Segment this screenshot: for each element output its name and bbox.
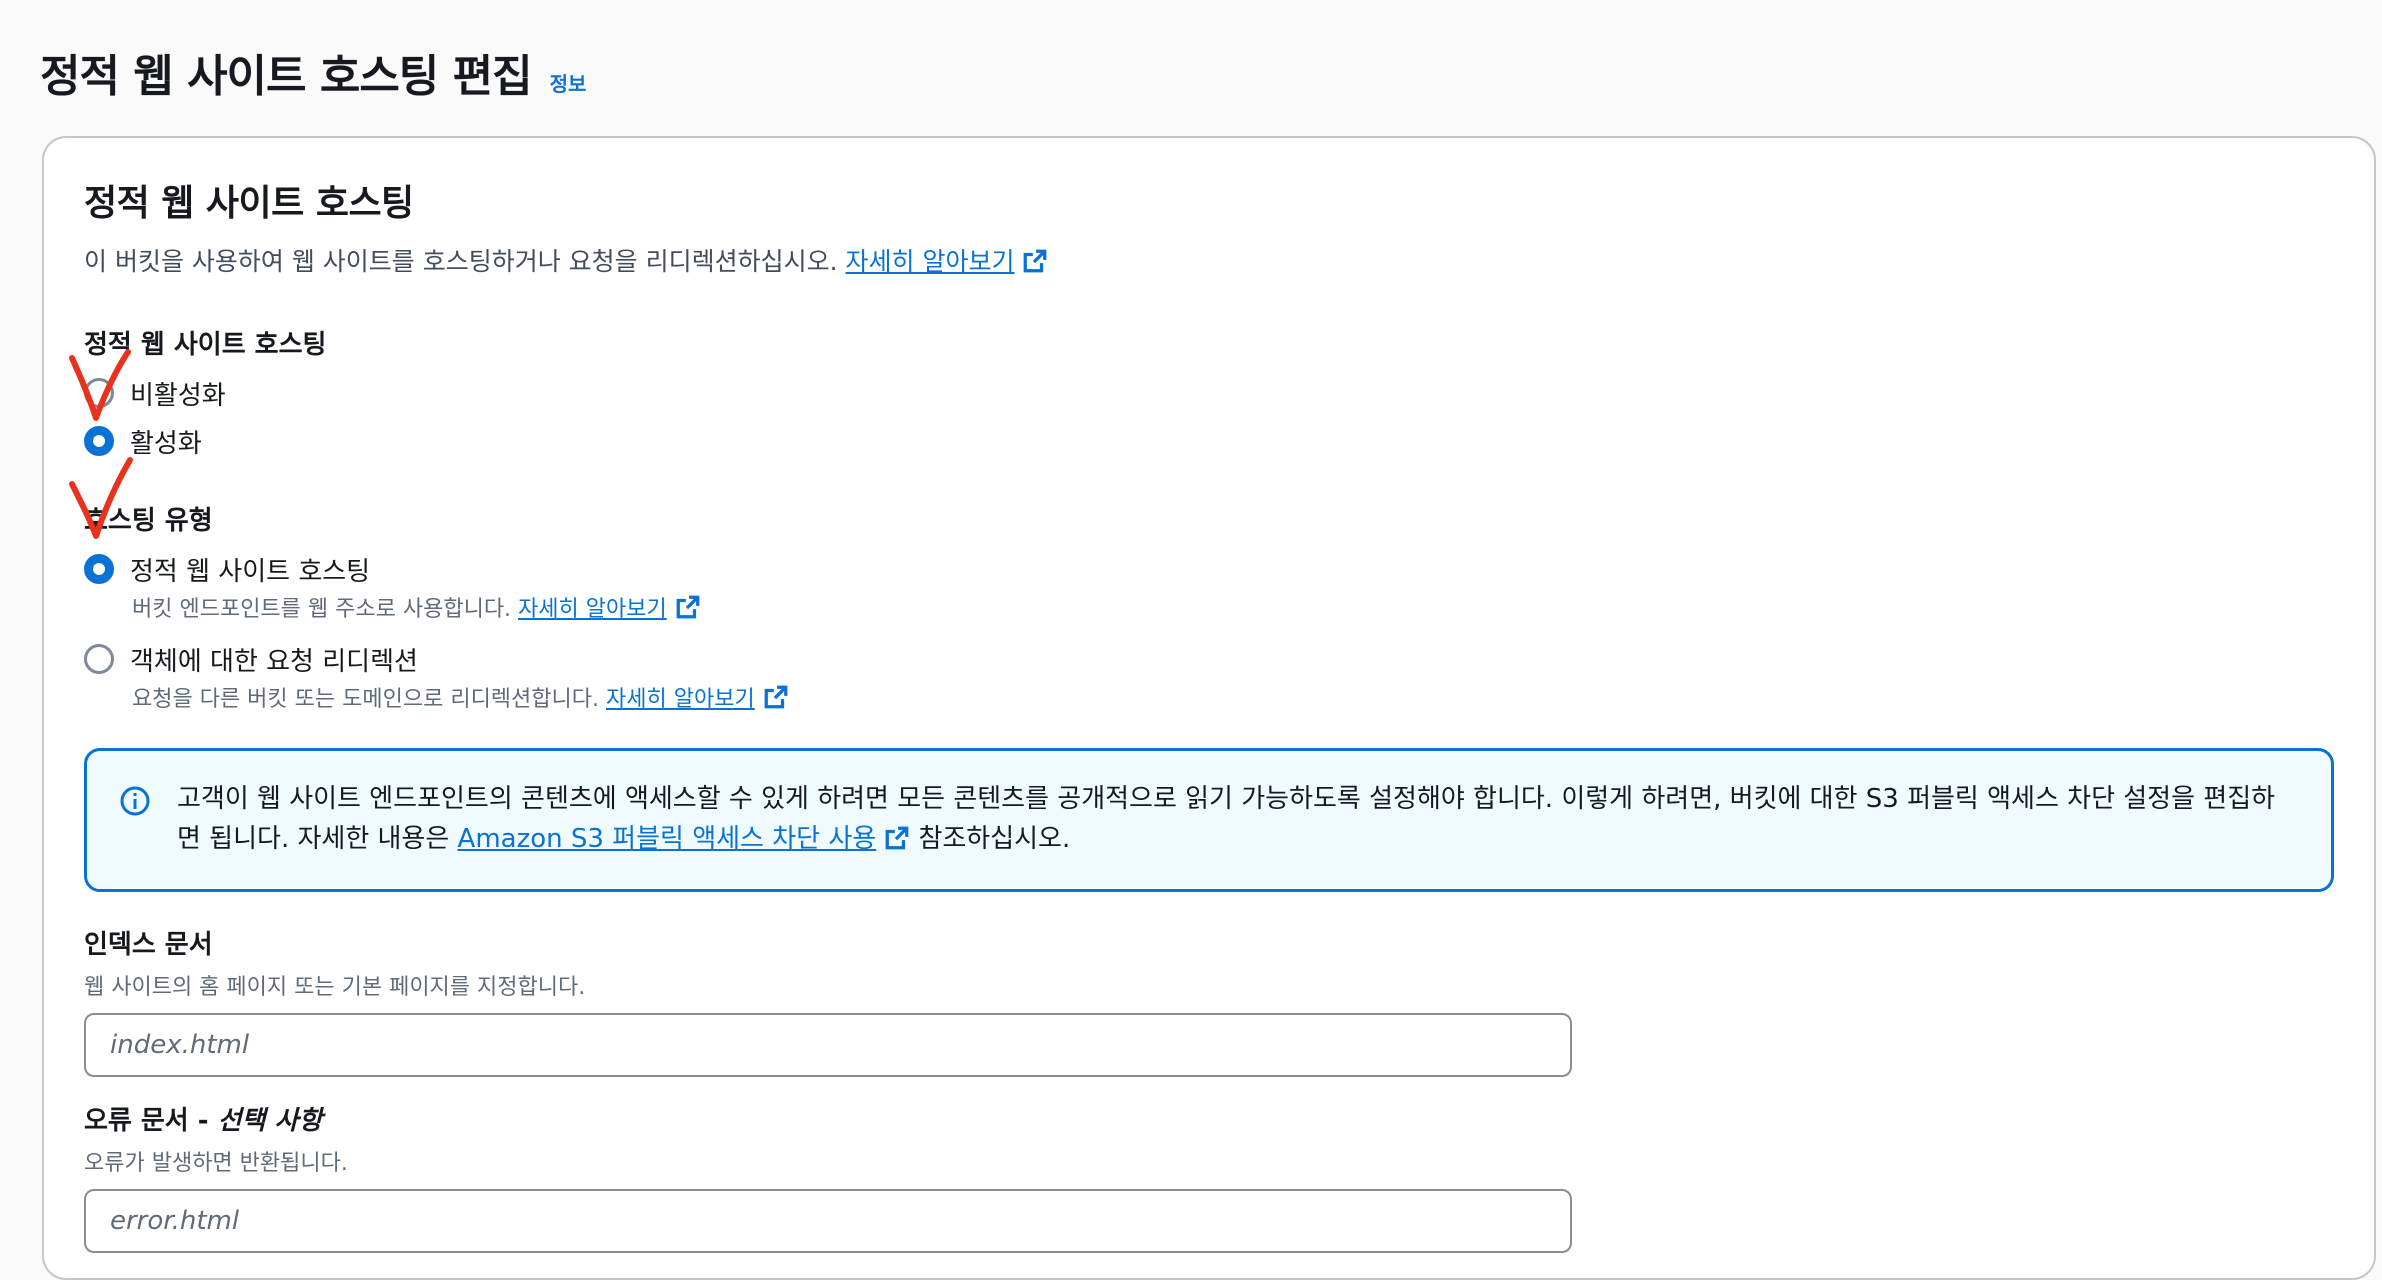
static-hosting-description: 버킷 엔드포인트를 웹 주소로 사용합니다. 자세히 알아보기 (132, 591, 789, 623)
radio-label-static-hosting: 정적 웹 사이트 호스팅 (130, 556, 371, 587)
alert-block-public-access-link[interactable]: Amazon S3 퍼블릭 액세스 차단 사용 (458, 824, 877, 854)
error-document-label: 오류 문서 - 선택 사항 (84, 1100, 1572, 1137)
annotation-checkmark-icon (69, 349, 131, 421)
radio-redirect-requests[interactable]: 객체에 대한 요청 리디렉션 (84, 635, 789, 683)
external-link-icon[interactable] (884, 825, 910, 851)
radio-label-enable: 활성화 (130, 428, 202, 459)
error-document-description: 오류가 발생하면 반환됩니다. (84, 1151, 348, 1176)
info-circle-icon (120, 786, 150, 816)
alert-text-after: 참조하십시오. (918, 824, 1071, 854)
error-document-field: 오류 문서 - 선택 사항 오류가 발생하면 반환됩니다. (84, 1100, 1572, 1253)
radio-button-static-hosting[interactable] (84, 554, 114, 584)
radio-label-redirect: 객체에 대한 요청 리디렉션 (130, 646, 418, 677)
static-hosting-learn-more-link[interactable]: 자세히 알아보기 (518, 597, 667, 622)
info-link[interactable]: 정보 (550, 68, 587, 97)
redirect-learn-more-link[interactable]: 자세히 알아보기 (606, 687, 755, 712)
page-header: 정적 웹 사이트 호스팅 편집 정보 (40, 40, 586, 104)
index-document-label: 인덱스 문서 (84, 930, 213, 960)
radio-button-enable[interactable] (84, 426, 114, 456)
panel-description: 이 버킷을 사용하여 웹 사이트를 호스팅하거나 요청을 리디렉션하십시오. 자… (84, 242, 2334, 278)
error-document-label-separator: - (188, 1106, 218, 1136)
error-document-input[interactable] (84, 1189, 1572, 1253)
index-document-field: 인덱스 문서 웹 사이트의 홈 페이지 또는 기본 페이지를 지정합니다. (84, 924, 1572, 1077)
static-website-hosting-panel: 정적 웹 사이트 호스팅 이 버킷을 사용하여 웹 사이트를 호스팅하거나 요청… (42, 136, 2376, 1280)
panel-description-text: 이 버킷을 사용하여 웹 사이트를 호스팅하거나 요청을 리디렉션하십시오. (84, 247, 838, 276)
error-document-optional-label: 선택 사항 (217, 1106, 323, 1136)
hosting-type-label: 호스팅 유형 (84, 506, 213, 536)
redirect-description-text: 요청을 다른 버킷 또는 도메인으로 리디렉션합니다. (132, 687, 600, 712)
hosting-type-radio-group: 호스팅 유형 정적 웹 사이트 호스팅 버킷 엔드포인트를 웹 주소로 사용합니… (84, 500, 789, 713)
page-title: 정적 웹 사이트 호스팅 편집 (40, 51, 533, 102)
radio-button-redirect[interactable] (84, 644, 114, 674)
external-link-icon[interactable] (1022, 248, 1048, 274)
external-link-icon[interactable] (675, 594, 701, 620)
index-document-input[interactable] (84, 1013, 1572, 1077)
panel-title: 정적 웹 사이트 호스팅 (84, 183, 414, 224)
index-document-description: 웹 사이트의 홈 페이지 또는 기본 페이지를 지정합니다. (84, 975, 586, 1000)
external-link-icon[interactable] (763, 684, 789, 710)
static-hosting-description-text: 버킷 엔드포인트를 웹 주소로 사용합니다. (132, 597, 512, 622)
learn-more-link[interactable]: 자세히 알아보기 (846, 247, 1015, 276)
public-access-info-alert: 고객이 웹 사이트 엔드포인트의 콘텐츠에 액세스할 수 있게 하려면 모든 콘… (84, 748, 2334, 892)
annotation-checkmark-icon (69, 457, 133, 539)
error-document-label-text: 오류 문서 (84, 1106, 189, 1136)
radio-label-disable: 비활성화 (130, 380, 226, 411)
radio-static-hosting[interactable]: 정적 웹 사이트 호스팅 (84, 545, 789, 593)
redirect-description: 요청을 다른 버킷 또는 도메인으로 리디렉션합니다. 자세히 알아보기 (132, 681, 789, 713)
